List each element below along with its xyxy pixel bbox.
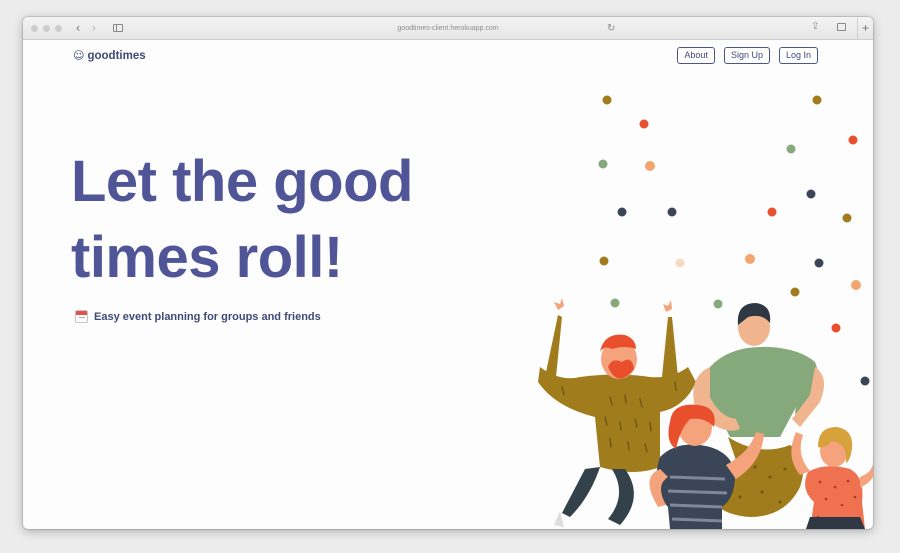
sidebar-toggle-icon[interactable] (113, 24, 123, 32)
hero-title-line-2: times roll! (71, 225, 343, 290)
about-button[interactable]: About (677, 47, 715, 64)
page-content: ☺ goodtimes About Sign Up Log In Let the… (23, 40, 873, 529)
share-icon[interactable]: ⇪ (811, 21, 819, 32)
close-window-button[interactable] (31, 25, 38, 32)
hero-title-line-1: Let the good (71, 149, 413, 214)
logo[interactable]: ☺ goodtimes (73, 49, 146, 62)
calendar-icon (75, 310, 88, 323)
tabs-overview-icon[interactable] (837, 23, 846, 31)
browser-toolbar: ‹ › goodtimes-client.herokuapp.com ↻ ⇪ + (23, 17, 873, 40)
confetti (598, 95, 870, 386)
dancing-people-illustration (538, 95, 873, 529)
browser-window: ‹ › goodtimes-client.herokuapp.com ↻ ⇪ +… (23, 17, 873, 529)
logo-text: goodtimes (87, 49, 146, 62)
new-tab-button[interactable]: + (857, 18, 873, 39)
sign-up-button[interactable]: Sign Up (723, 47, 770, 64)
reload-icon[interactable]: ↻ (607, 22, 615, 35)
log-in-button[interactable]: Log In (778, 47, 818, 64)
hero-subtitle-text: Easy event planning for groups and frien… (94, 310, 321, 323)
minimize-window-button[interactable] (43, 25, 50, 32)
address-bar[interactable]: goodtimes-client.herokuapp.com (373, 22, 523, 35)
hero-subtitle: Easy event planning for groups and frien… (75, 310, 321, 323)
forward-icon[interactable]: › (87, 22, 101, 35)
zoom-window-button[interactable] (55, 25, 62, 32)
back-icon[interactable]: ‹ (71, 22, 85, 35)
hero-title: Let the good times roll! (71, 144, 471, 296)
header-nav: About Sign Up Log In (677, 47, 818, 64)
smiley-icon: ☺ (73, 49, 85, 62)
person-blonde (791, 427, 873, 529)
